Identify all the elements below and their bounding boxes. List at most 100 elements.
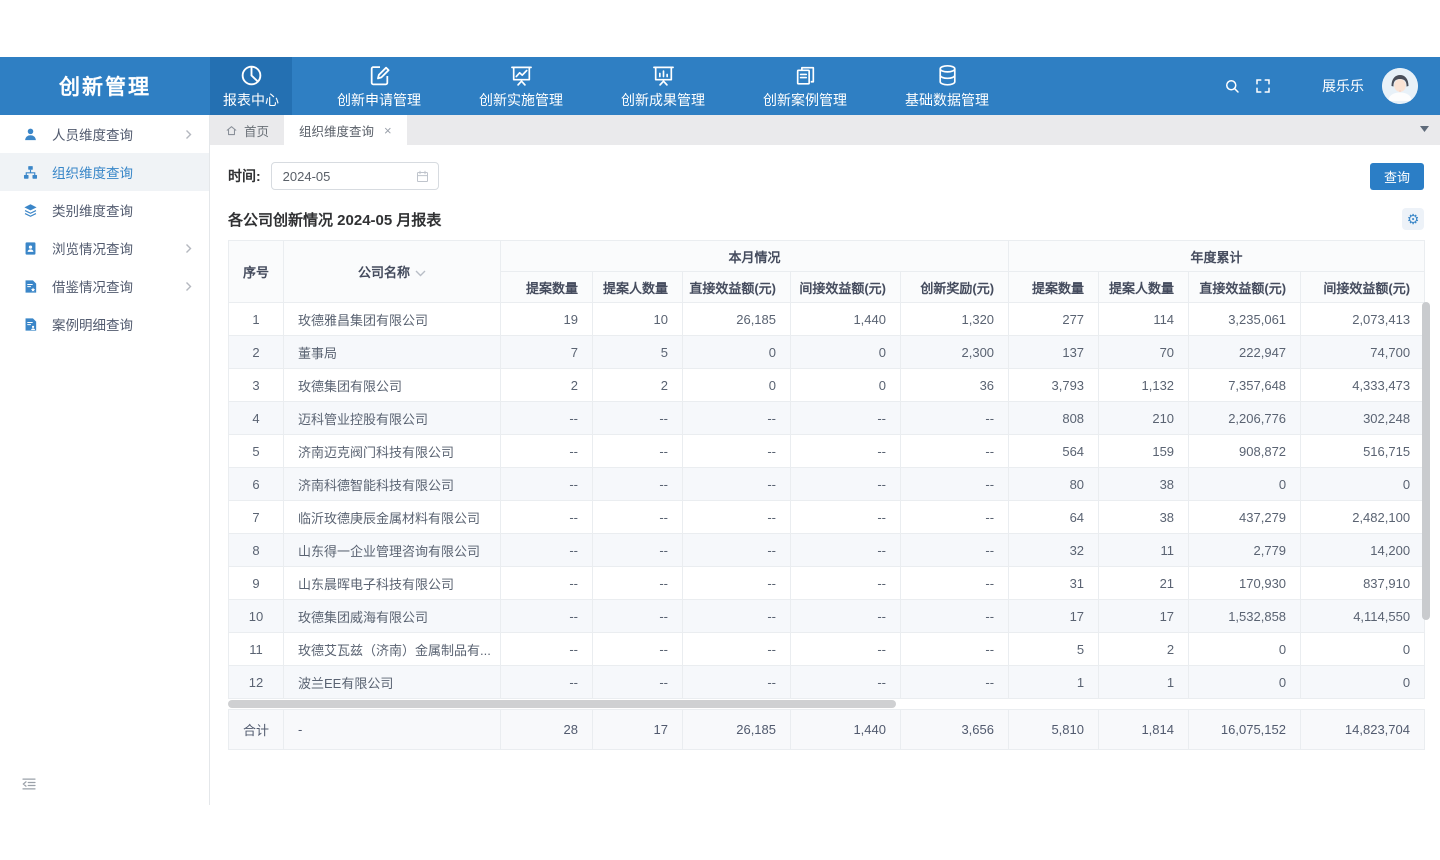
table-row: 5济南迈克阀门科技有限公司----------564159908,872516,… [229, 435, 1425, 468]
sidebar-item-browse-status[interactable]: 浏览情况查询 [0, 229, 209, 267]
nav-item-label: 创新案例管理 [763, 90, 847, 110]
cell-year-1: 21 [1099, 567, 1189, 600]
query-button[interactable]: 查询 [1370, 163, 1424, 190]
calendar-icon [415, 169, 430, 184]
copy-icon [793, 63, 818, 88]
cell-month-2: -- [683, 501, 791, 534]
close-icon[interactable]: × [384, 124, 392, 137]
cell-year-3: 14,200 [1301, 534, 1425, 567]
top-menu: 报表中心创新申请管理 创新实施管理创新成果管理创新案例管理 基础数据管理 [210, 57, 1002, 115]
cell-month-2: 26,185 [683, 303, 791, 336]
cell-year-2: 3,235,061 [1189, 303, 1301, 336]
cell-month-2: 0 [683, 369, 791, 402]
cell-year-2: 1,532,858 [1189, 600, 1301, 633]
table-row: 4迈科管业控股有限公司----------8082102,206,776302,… [229, 402, 1425, 435]
total-row: 合计-281726,1851,4403,6565,8101,81416,075,… [229, 710, 1425, 750]
cell-month-1: -- [593, 501, 683, 534]
cell-month-0: -- [501, 501, 593, 534]
cell-month-0: 19 [501, 303, 593, 336]
cell-year-3: 4,114,550 [1301, 600, 1425, 633]
cell-month-4: -- [901, 633, 1009, 666]
cell-year-0: 1 [1009, 666, 1099, 699]
horizontal-scrollbar[interactable] [228, 700, 896, 708]
total-month-1: 17 [593, 710, 683, 750]
total-year-1: 1,814 [1099, 710, 1189, 750]
board-line-icon [509, 63, 534, 88]
col-header-month-1[interactable]: 提案人数量 [593, 272, 683, 303]
sidebar-item-person-dimension[interactable]: 人员维度查询 [0, 115, 209, 153]
nav-item-innovation-case[interactable]: 创新案例管理 [750, 57, 860, 115]
cell-year-3: 4,333,473 [1301, 369, 1425, 402]
sidebar-item-org-dimension[interactable]: 组织维度查询 [0, 153, 209, 191]
cell-month-4: 1,320 [901, 303, 1009, 336]
cell-month-4: -- [901, 468, 1009, 501]
cell-year-0: 564 [1009, 435, 1099, 468]
doc-person-icon [22, 316, 39, 333]
collapse-sidebar-icon[interactable] [20, 775, 38, 793]
cell-year-3: 2,073,413 [1301, 303, 1425, 336]
cell-index: 11 [229, 633, 284, 666]
cell-month-1: 5 [593, 336, 683, 369]
nav-item-report-center[interactable]: 报表中心 [210, 57, 292, 115]
cell-company: 济南迈克阀门科技有限公司 [284, 435, 501, 468]
cell-year-1: 2 [1099, 633, 1189, 666]
cell-year-1: 38 [1099, 501, 1189, 534]
col-header-year-1[interactable]: 提案人数量 [1099, 272, 1189, 303]
cell-year-2: 222,947 [1189, 336, 1301, 369]
col-header-company[interactable]: 公司名称 [284, 241, 501, 303]
tab-org-dimension[interactable]: 组织维度查询× [284, 115, 407, 145]
cell-month-2: -- [683, 633, 791, 666]
fullscreen-icon[interactable] [1254, 77, 1272, 95]
nav-item-innovation-implement[interactable]: 创新实施管理 [466, 57, 576, 115]
nav-item-label: 基础数据管理 [905, 90, 989, 110]
tab-home[interactable]: 首页 [210, 115, 284, 145]
cell-month-1: 10 [593, 303, 683, 336]
caret-down-icon[interactable] [415, 270, 426, 277]
table-settings-button[interactable]: ⚙ [1402, 208, 1424, 230]
cell-index: 6 [229, 468, 284, 501]
nav-item-base-data[interactable]: 基础数据管理 [892, 57, 1002, 115]
cell-month-4: -- [901, 402, 1009, 435]
cell-month-2: -- [683, 666, 791, 699]
nav-item-innovation-apply[interactable]: 创新申请管理 [324, 57, 434, 115]
cell-index: 4 [229, 402, 284, 435]
col-header-month-0[interactable]: 提案数量 [501, 272, 593, 303]
tabs: 首页组织维度查询× [210, 115, 407, 145]
nav-item-innovation-achievement[interactable]: 创新成果管理 [608, 57, 718, 115]
col-header-year-0[interactable]: 提案数量 [1009, 272, 1099, 303]
nav-item-label: 创新申请管理 [337, 90, 421, 110]
sidebar-item-reference-status[interactable]: 借鉴情况查询 [0, 267, 209, 305]
cell-month-1: -- [593, 468, 683, 501]
col-header-year-2[interactable]: 直接效益额(元) [1189, 272, 1301, 303]
tab-list-dropdown-icon[interactable] [1420, 126, 1429, 133]
col-header-year-3[interactable]: 间接效益额(元) [1301, 272, 1425, 303]
cell-company: 山东得一企业管理咨询有限公司 [284, 534, 501, 567]
cell-year-3: 516,715 [1301, 435, 1425, 468]
table-row: 2董事局75002,30013770222,94774,700 [229, 336, 1425, 369]
cell-month-1: -- [593, 402, 683, 435]
cell-month-3: -- [791, 600, 901, 633]
table-row: 1玫德雅昌集团有限公司191026,1851,4401,3202771143,2… [229, 303, 1425, 336]
sidebar: 人员维度查询组织维度查询类别维度查询浏览情况查询借鉴情况查询案例明细查询 [0, 115, 210, 805]
report-title: 各公司创新情况 2024-05 月报表 [228, 209, 441, 230]
cell-month-2: -- [683, 435, 791, 468]
col-header-month-4[interactable]: 创新奖励(元) [901, 272, 1009, 303]
user-area: 展乐乐 [1223, 57, 1440, 115]
col-header-month-2[interactable]: 直接效益额(元) [683, 272, 791, 303]
col-header-index[interactable]: 序号 [229, 241, 284, 303]
avatar[interactable] [1382, 68, 1418, 104]
col-header-month-3[interactable]: 间接效益额(元) [791, 272, 901, 303]
cell-company: 玫德集团威海有限公司 [284, 600, 501, 633]
time-input[interactable]: 2024-05 [271, 162, 439, 190]
total-month-0: 28 [501, 710, 593, 750]
sidebar-item-case-detail[interactable]: 案例明细查询 [0, 305, 209, 343]
table-row: 7临沂玫德庚辰金属材料有限公司----------6438437,2792,48… [229, 501, 1425, 534]
search-icon[interactable] [1223, 77, 1241, 95]
cell-month-0: -- [501, 435, 593, 468]
tab-bar: 首页组织维度查询× [210, 115, 1440, 145]
sidebar-item-category-dimension[interactable]: 类别维度查询 [0, 191, 209, 229]
vertical-scrollbar[interactable] [1422, 302, 1430, 620]
edit-icon [367, 63, 392, 88]
username[interactable]: 展乐乐 [1322, 76, 1364, 96]
table-row: 11玫德艾瓦兹（济南）金属制品有...----------5200 [229, 633, 1425, 666]
